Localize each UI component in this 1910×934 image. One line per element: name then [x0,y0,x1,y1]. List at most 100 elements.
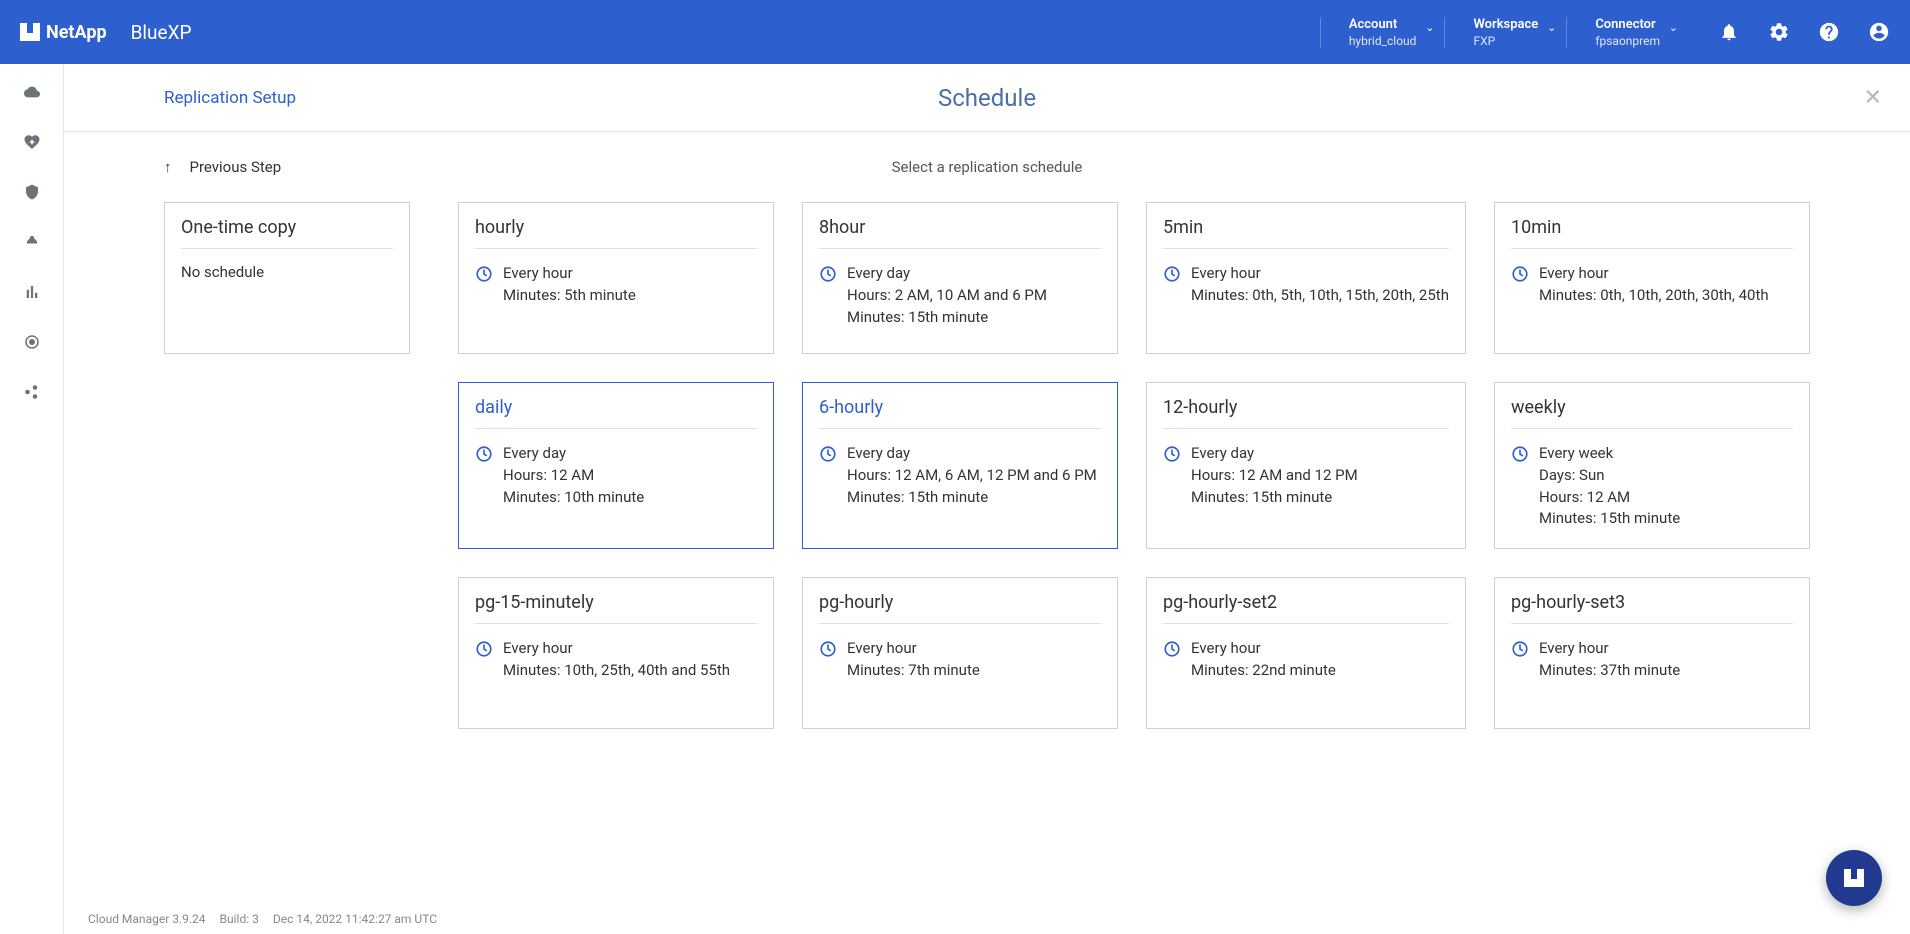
schedule-card[interactable]: daily Every dayHours: 12 AMMinutes: 10th … [458,382,774,549]
workspace-value: FXP [1473,34,1538,48]
workspace-dropdown[interactable]: Workspace FXP ⌄ [1444,17,1566,48]
card-line: Every hour [1539,263,1769,285]
card-line: Every day [503,443,644,465]
card-lines: Every weekDays: SunHours: 12 AMMinutes: … [1539,443,1680,530]
card-line: Every day [847,443,1097,465]
footer-build: Build: 3 [220,912,259,926]
page-title: Schedule [938,84,1036,112]
nav-health-icon[interactable] [22,132,42,152]
card-line: Every hour [1191,263,1449,285]
chevron-down-icon: ⌄ [1547,21,1556,34]
footer-version: Cloud Manager 3.9.24 [88,912,206,926]
card-line: Minutes: 7th minute [847,660,980,682]
previous-step-label: Previous Step [190,158,282,176]
nav-target-icon[interactable] [22,332,42,352]
card-line: Minutes: 0th, 5th, 10th, 15th, 20th, 25t… [1191,285,1449,307]
fab-button[interactable] [1826,850,1882,906]
schedule-card[interactable]: 5min Every hourMinutes: 0th, 5th, 10th, 1… [1146,202,1466,354]
card-title: weekly [1511,397,1793,429]
close-icon[interactable]: ✕ [1864,85,1882,110]
schedule-card[interactable]: pg-hourly-set2Every hourMinutes: 22nd mi… [1146,577,1466,729]
card-body: Every hourMinutes: 37th minute [1511,638,1793,682]
clock-icon [1511,445,1529,463]
onetime-column: One-time copy No schedule [164,202,410,729]
clock-icon [1163,265,1181,283]
schedule-card[interactable]: pg-hourly-set3 Every hourMinutes: 37th mi… [1494,577,1810,729]
netapp-logo-text: NetApp [46,22,107,43]
card-line: Hours: 12 AM [503,465,644,487]
topbar-icons [1718,21,1890,43]
card-title: 5min [1163,217,1449,249]
clock-icon [475,265,493,283]
card-lines: Every hourMinutes: 10th, 25th, 40th and … [503,638,730,682]
account-dropdown[interactable]: Account hybrid_cloud ⌄ [1320,17,1445,48]
previous-step-button[interactable]: ↑ Previous Step [164,158,281,176]
card-title: pg-hourly [819,592,1101,624]
schedule-card[interactable]: pg-hourly Every hourMinutes: 7th minute [802,577,1118,729]
schedule-card[interactable]: hourlyEvery hourMinutes: 5th minute [458,202,774,354]
schedule-card[interactable]: 10minEvery hourMinutes: 0th, 10th, 20th,… [1494,202,1810,354]
card-title: pg-hourly-set3 [1511,592,1793,624]
workspace-label: Workspace [1473,17,1538,32]
footer-date: Dec 14, 2022 11:42:27 am UTC [273,912,437,926]
card-body: Every dayHours: 12 AMMinutes: 10th minut… [475,443,757,508]
clock-icon [1511,640,1529,658]
nav-sync-icon[interactable] [22,232,42,252]
card-body: Every hourMinutes: 5th minute [475,263,757,307]
connector-value: fpsaonprem [1595,34,1660,48]
netapp-logo[interactable]: NetApp [20,22,107,43]
chevron-down-icon: ⌄ [1669,21,1678,34]
card-title: One-time copy [181,217,393,249]
instruction-text: Select a replication schedule [892,158,1083,176]
schedule-card[interactable]: 6-hourlyEvery dayHours: 12 AM, 6 AM, 12 … [802,382,1118,549]
card-line: Every day [847,263,1047,285]
help-icon[interactable] [1818,21,1840,43]
card-lines: Every hourMinutes: 0th, 5th, 10th, 15th,… [1191,263,1449,307]
card-title: daily [475,397,757,429]
account-label: Account [1349,17,1417,32]
card-line: Every week [1539,443,1680,465]
sidenav [0,64,64,934]
card-line: Hours: 12 AM, 6 AM, 12 PM and 6 PM [847,465,1097,487]
topbar: NetApp BlueXP Account hybrid_cloud ⌄ Wor… [0,0,1910,64]
breadcrumb[interactable]: Replication Setup [164,88,296,108]
clock-icon [1163,640,1181,658]
schedule-card[interactable]: weekly Every weekDays: SunHours: 12 AMMin… [1494,382,1810,549]
schedule-card[interactable]: pg-15-minutelyEvery hourMinutes: 10th, 2… [458,577,774,729]
settings-icon[interactable] [1768,21,1790,43]
clock-icon [819,265,837,283]
card-line: Every hour [503,263,636,285]
card-lines: Every dayHours: 12 AMMinutes: 10th minut… [503,443,644,508]
card-line: Minutes: 10th, 25th, 40th and 55th [503,660,730,682]
notifications-icon[interactable] [1718,21,1740,43]
card-line: Hours: 12 AM [1539,487,1680,509]
schedule-card[interactable]: 8hourEvery dayHours: 2 AM, 10 AM and 6 P… [802,202,1118,354]
card-lines: Every hourMinutes: 5th minute [503,263,636,307]
nav-share-icon[interactable] [22,382,42,402]
schedule-card[interactable]: 12-hourlyEvery dayHours: 12 AM and 12 PM… [1146,382,1466,549]
schedule-card-onetime[interactable]: One-time copy No schedule [164,202,410,354]
card-line: Minutes: 5th minute [503,285,636,307]
card-line: Hours: 2 AM, 10 AM and 6 PM [847,285,1047,307]
nav-chart-icon[interactable] [22,282,42,302]
connector-dropdown[interactable]: Connector fpsaonprem ⌄ [1566,17,1688,48]
card-body: Every hourMinutes: 22nd minute [1163,638,1449,682]
clock-icon [819,445,837,463]
clock-icon [1163,445,1181,463]
card-lines: Every dayHours: 12 AM, 6 AM, 12 PM and 6… [847,443,1097,508]
card-line: Every hour [1539,638,1680,660]
nav-cloud-icon[interactable] [22,82,42,102]
card-body: Every dayHours: 12 AM, 6 AM, 12 PM and 6… [819,443,1101,508]
card-lines: Every hourMinutes: 7th minute [847,638,980,682]
clock-icon [1511,265,1529,283]
card-line: Hours: 12 AM and 12 PM [1191,465,1358,487]
card-line: Every day [1191,443,1358,465]
account-value: hybrid_cloud [1349,34,1417,48]
card-line: Minutes: 37th minute [1539,660,1680,682]
card-line: Minutes: 15th minute [847,487,1097,509]
product-name[interactable]: BlueXP [131,21,192,44]
nav-shield-icon[interactable] [22,182,42,202]
user-icon[interactable] [1868,21,1890,43]
card-line: Minutes: 15th minute [1539,508,1680,530]
cards-column: hourlyEvery hourMinutes: 5th minute8hour… [458,202,1810,729]
